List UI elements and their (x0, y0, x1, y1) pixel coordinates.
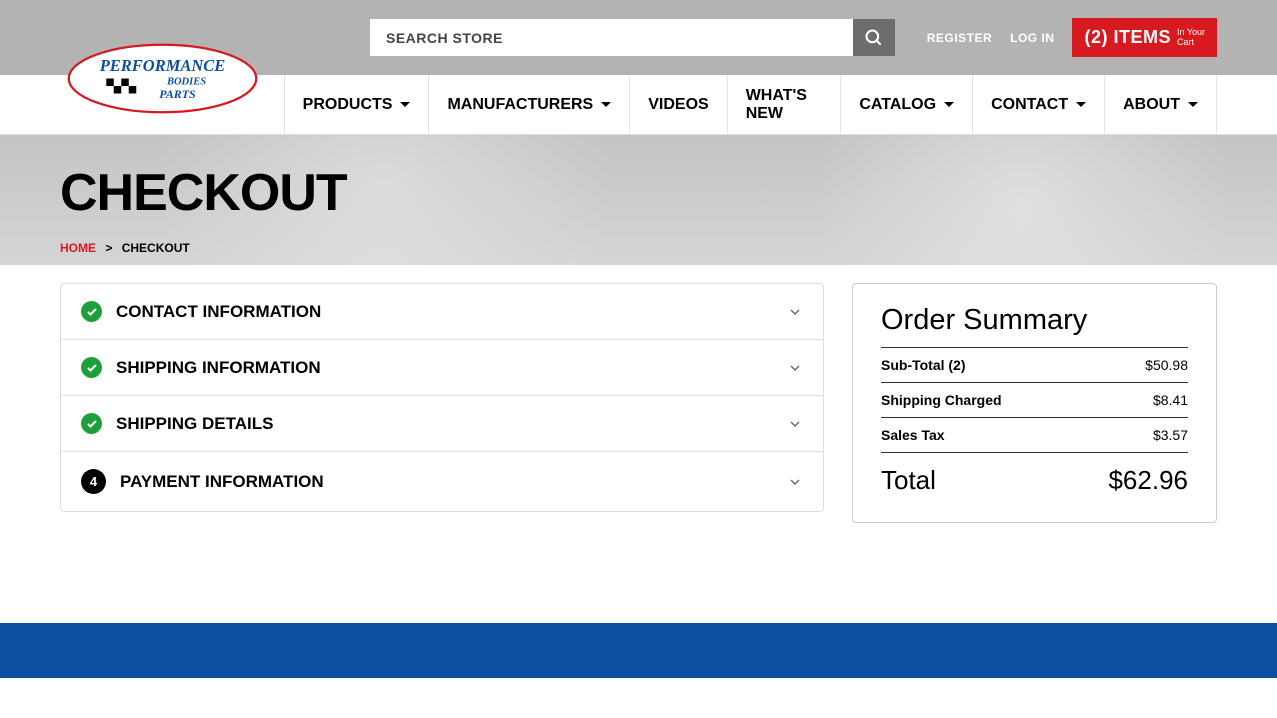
register-link[interactable]: REGISTER (927, 31, 992, 45)
summary-label: Shipping Charged (881, 392, 1002, 408)
login-link[interactable]: LOG IN (1010, 31, 1054, 45)
chevron-down-icon (944, 102, 954, 107)
cart-button[interactable]: (2) ITEMS In Your Cart (1072, 18, 1217, 57)
nav-label: CATALOG (859, 96, 936, 114)
summary-shipping: Shipping Charged $8.41 (881, 382, 1188, 417)
hero: CHECKOUT HOME > CHECKOUT (0, 135, 1277, 265)
chevron-down-icon (400, 102, 410, 107)
nav-label: ABOUT (1123, 96, 1180, 114)
chevron-down-icon (787, 416, 803, 432)
order-summary-panel: Order Summary Sub-Total (2) $50.98 Shipp… (852, 283, 1217, 523)
step-shipping-details[interactable]: SHIPPING DETAILS (60, 396, 824, 452)
main-nav: PERFORMANCE BODIES PARTS PRODUCTS MANUFA… (0, 75, 1277, 135)
summary-total: Total $62.96 (881, 452, 1188, 496)
search-button[interactable] (853, 19, 895, 56)
nav-label: WHAT'S NEW (746, 87, 823, 123)
step-title: SHIPPING INFORMATION (116, 358, 321, 378)
nav-label: CONTACT (991, 96, 1068, 114)
summary-subtotal: Sub-Total (2) $50.98 (881, 347, 1188, 382)
svg-text:PERFORMANCE: PERFORMANCE (99, 56, 226, 75)
chevron-down-icon (787, 304, 803, 320)
chevron-down-icon (1076, 102, 1086, 107)
page-title: CHECKOUT (60, 163, 1217, 223)
summary-label: Sales Tax (881, 427, 945, 443)
crumb-sep: > (105, 241, 112, 255)
search-wrap (370, 19, 895, 56)
summary-total-label: Total (881, 465, 936, 496)
summary-label: Sub-Total (2) (881, 357, 966, 373)
nav-whatsnew[interactable]: WHAT'S NEW (727, 75, 841, 134)
summary-value: $8.41 (1153, 392, 1188, 408)
summary-total-value: $62.96 (1108, 465, 1188, 496)
check-icon (81, 413, 102, 434)
nav-videos[interactable]: VIDEOS (629, 75, 726, 134)
nav-label: VIDEOS (648, 96, 708, 114)
chevron-down-icon (787, 474, 803, 490)
search-icon (864, 28, 884, 48)
breadcrumb: HOME > CHECKOUT (60, 241, 1217, 255)
nav-contact[interactable]: CONTACT (972, 75, 1104, 134)
nav-about[interactable]: ABOUT (1104, 75, 1217, 134)
step-title: CONTACT INFORMATION (116, 302, 321, 322)
step-shipping-info[interactable]: SHIPPING INFORMATION (60, 340, 824, 396)
nav-manufacturers[interactable]: MANUFACTURERS (428, 75, 629, 134)
summary-tax: Sales Tax $3.57 (881, 417, 1188, 452)
crumb-current: CHECKOUT (122, 241, 190, 255)
svg-text:PARTS: PARTS (159, 87, 196, 101)
summary-title: Order Summary (881, 304, 1188, 337)
summary-value: $50.98 (1145, 357, 1188, 373)
summary-value: $3.57 (1153, 427, 1188, 443)
cart-count: (2) ITEMS (1084, 27, 1171, 48)
step-title: SHIPPING DETAILS (116, 414, 273, 434)
step-payment[interactable]: 4 PAYMENT INFORMATION (60, 452, 824, 512)
svg-text:BODIES: BODIES (166, 77, 206, 88)
chevron-down-icon (601, 102, 611, 107)
nav-catalog[interactable]: CATALOG (840, 75, 972, 134)
check-icon (81, 357, 102, 378)
step-number-icon: 4 (81, 469, 106, 494)
chevron-down-icon (1188, 102, 1198, 107)
nav-label: MANUFACTURERS (447, 96, 593, 114)
content: CONTACT INFORMATION SHIPPING INFORMATION… (0, 265, 1277, 563)
order-summary: Order Summary Sub-Total (2) $50.98 Shipp… (852, 283, 1217, 523)
crumb-home[interactable]: HOME (60, 241, 96, 255)
logo[interactable]: PERFORMANCE BODIES PARTS (65, 40, 260, 117)
step-contact[interactable]: CONTACT INFORMATION (60, 283, 824, 340)
search-input[interactable] (370, 19, 853, 56)
nav-items: PRODUCTS MANUFACTURERS VIDEOS WHAT'S NEW… (284, 75, 1217, 134)
nav-label: PRODUCTS (303, 96, 393, 114)
cart-subtext: In Your Cart (1177, 28, 1205, 48)
chevron-down-icon (787, 360, 803, 376)
footer (0, 623, 1277, 678)
cart-sub-2: Cart (1177, 38, 1205, 48)
nav-products[interactable]: PRODUCTS (284, 75, 429, 134)
check-icon (81, 301, 102, 322)
step-title: PAYMENT INFORMATION (120, 472, 324, 492)
checkout-steps: CONTACT INFORMATION SHIPPING INFORMATION… (60, 283, 824, 523)
